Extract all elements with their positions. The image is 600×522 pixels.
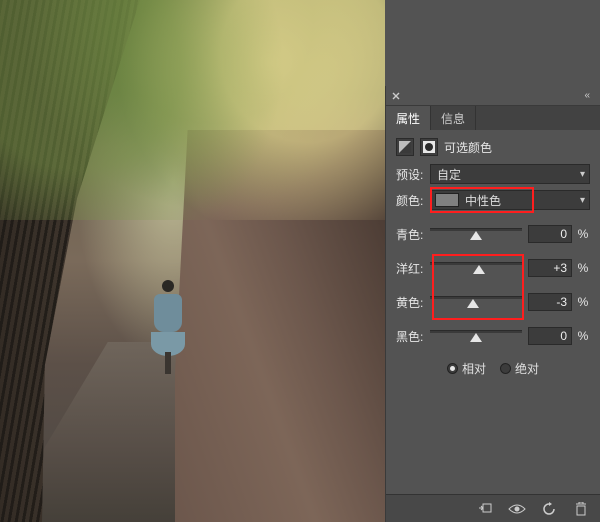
delete-icon[interactable] [570,500,592,518]
percent-label: % [576,295,590,309]
panel-close-icon[interactable] [390,90,402,102]
radio-dot-icon [500,363,511,374]
radio-relative-label: 相对 [462,360,486,377]
photo-foliage [0,0,385,220]
magenta-label: 洋红: [396,260,430,277]
chevron-down-icon: ▾ [580,169,585,180]
panel-titlebar: « [386,86,600,106]
black-label: 黑色: [396,328,430,345]
view-previous-icon[interactable] [506,500,528,518]
black-value[interactable]: 0 [528,327,572,345]
magenta-slider[interactable] [430,254,522,282]
slider-row-magenta: 洋红: +3 % [396,254,590,282]
panel-footer [386,494,600,522]
yellow-slider[interactable] [430,288,522,316]
colors-value: 中性色 [465,192,501,209]
radio-relative[interactable]: 相对 [447,360,486,377]
cyan-value[interactable]: 0 [528,225,572,243]
method-radio-group: 相对 绝对 [396,360,590,377]
chevron-down-icon: ▾ [580,195,585,206]
layer-mask-icon [420,138,438,156]
radio-dot-icon [447,363,458,374]
panel-dock-empty [385,0,600,86]
yellow-label: 黄色: [396,294,430,311]
radio-absolute-label: 绝对 [515,360,539,377]
slider-row-yellow: 黄色: -3 % [396,288,590,316]
panel-tabs: 属性 信息 [386,106,600,130]
color-swatch-neutral [435,193,459,207]
preset-value: 自定 [437,166,461,183]
cyan-label: 青色: [396,226,430,243]
percent-label: % [576,227,590,241]
magenta-value[interactable]: +3 [528,259,572,277]
adjustment-header: 可选颜色 [396,138,590,156]
percent-label: % [576,329,590,343]
preset-row: 预设: 自定 ▾ [396,164,590,184]
tab-info[interactable]: 信息 [431,106,476,130]
preset-select[interactable]: 自定 ▾ [430,164,590,184]
adjustment-type-icon [396,138,414,156]
clip-to-layer-icon[interactable] [474,500,496,518]
percent-label: % [576,261,590,275]
photo-person [148,280,188,370]
adjustment-title: 可选颜色 [444,139,492,156]
colors-row: 颜色: 中性色 ▾ [396,190,590,210]
black-slider[interactable] [430,322,522,350]
reset-icon[interactable] [538,500,560,518]
colors-label: 颜色: [396,192,430,209]
document-canvas[interactable] [0,0,385,522]
preset-label: 预设: [396,166,430,183]
tab-properties[interactable]: 属性 [386,106,431,130]
yellow-value[interactable]: -3 [528,293,572,311]
radio-absolute[interactable]: 绝对 [500,360,539,377]
slider-row-cyan: 青色: 0 % [396,220,590,248]
cyan-slider[interactable] [430,220,522,248]
slider-row-black: 黑色: 0 % [396,322,590,350]
panel-collapse-icon[interactable]: « [578,90,596,101]
colors-select[interactable]: 中性色 ▾ [430,190,590,210]
